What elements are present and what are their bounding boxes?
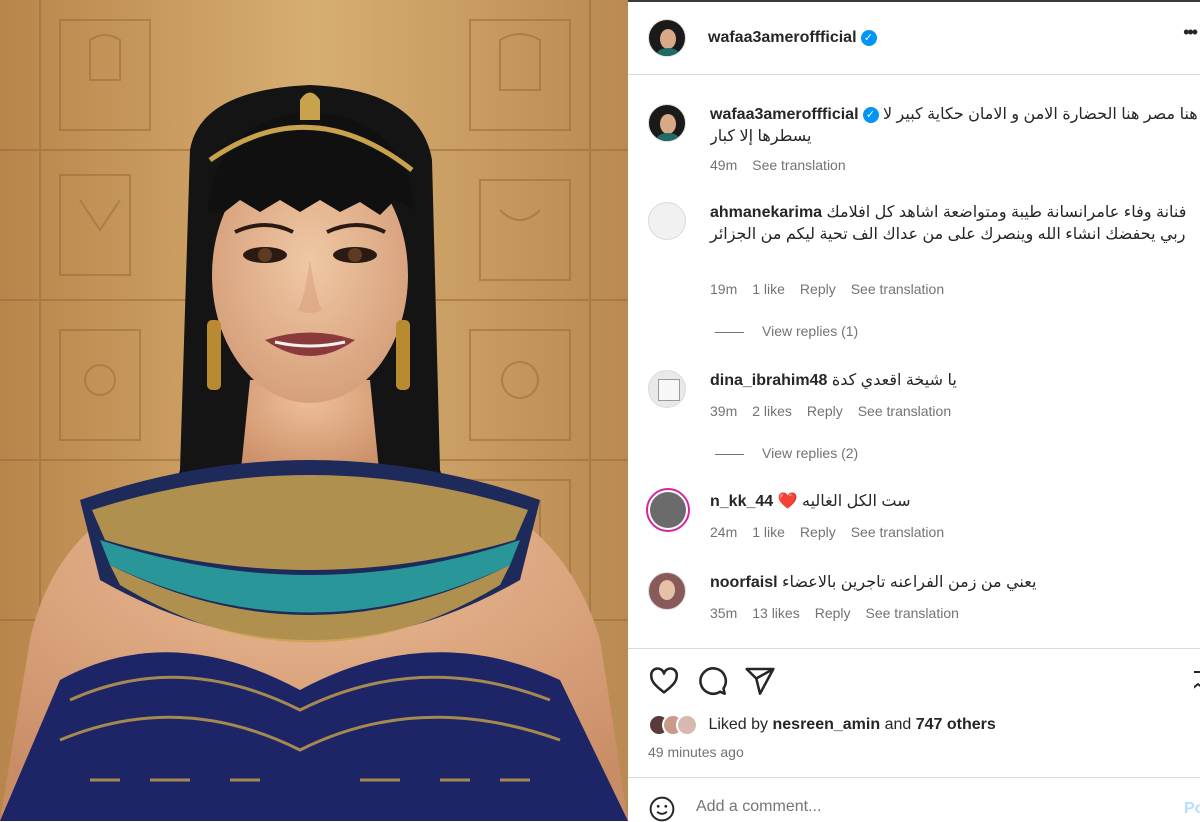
comment-body: ahmanekarima فنانة وفاء عامرانسانة طيبة …: [710, 202, 1200, 246]
replies-line: [715, 453, 744, 455]
reply-button[interactable]: Reply: [807, 403, 843, 419]
see-translation-link[interactable]: See translation: [752, 157, 845, 173]
see-translation-link[interactable]: See translation: [851, 281, 944, 297]
more-horizontal-icon[interactable]: •••: [1183, 23, 1198, 41]
comment-username[interactable]: dina_ibrahim48: [710, 372, 827, 389]
likes-summary[interactable]: Liked by nesreen_amin and 747 others: [648, 714, 996, 736]
comment-time[interactable]: 39m: [710, 403, 737, 419]
view-replies-label: View replies (1): [762, 323, 859, 339]
verified-badge-icon: ✓: [860, 29, 877, 46]
post-detail-panel: wafaa3ameroffficial ✓ ••• wafaa3amerofffi…: [628, 0, 1200, 822]
replies-line: [715, 331, 744, 333]
likes-others[interactable]: 747 others: [916, 716, 996, 733]
comment-body: n_kk_44 ست الكل الغاليه ❤️: [710, 491, 1200, 513]
send-icon[interactable]: [744, 665, 776, 697]
caption-meta: 49m See translation: [710, 157, 861, 173]
comment-time[interactable]: 19m: [710, 281, 737, 297]
commenter-avatar[interactable]: [648, 370, 686, 408]
caption-body: wafaa3ameroffficial ✓ هنا مصر هنا الحضارة…: [710, 104, 1200, 150]
post-photo: [0, 0, 628, 821]
view-replies-button[interactable]: View replies (2): [715, 445, 858, 461]
comments-list[interactable]: wafaa3ameroffficial ✓ هنا مصر هنا الحضارة…: [628, 76, 1200, 648]
comment-body: noorfaisl يعني من زمن الفراعنه تاجرين با…: [710, 572, 1200, 594]
commenter-avatar[interactable]: [648, 202, 686, 240]
comment-likes[interactable]: 13 likes: [752, 605, 799, 621]
comment-text: ست الكل الغاليه ❤️: [777, 493, 911, 510]
post-timestamp[interactable]: 49 minutes ago: [648, 744, 744, 760]
commenter-avatar[interactable]: [648, 572, 686, 610]
comment-input[interactable]: [696, 798, 1136, 816]
comment-likes[interactable]: 1 like: [752, 524, 785, 540]
comment-body: dina_ibrahim48 يا شيخة اقعدي كدة: [710, 370, 1200, 392]
liker-avatar: [676, 714, 698, 736]
comment-likes[interactable]: 1 like: [752, 281, 785, 297]
liked-by-prefix: Liked by: [708, 716, 769, 734]
emoji-icon[interactable]: [649, 796, 675, 822]
commenter-avatar[interactable]: [646, 488, 690, 532]
caption-time[interactable]: 49m: [710, 157, 737, 173]
see-translation-link[interactable]: See translation: [858, 403, 951, 419]
see-translation-link[interactable]: See translation: [851, 524, 944, 540]
reply-button[interactable]: Reply: [800, 281, 836, 297]
add-comment-bar: Po: [628, 778, 1200, 822]
liked-by-and: and: [884, 716, 912, 734]
author-line: wafaa3ameroffficial ✓: [708, 29, 877, 47]
comment-meta: 24m 1 like Reply See translation: [710, 524, 959, 540]
comment-username[interactable]: noorfaisl: [710, 574, 778, 591]
divider: [628, 648, 1200, 649]
caption-avatar[interactable]: [648, 104, 686, 142]
comment-text: يا شيخة اقعدي كدة: [831, 372, 957, 389]
author-avatar[interactable]: [648, 19, 686, 57]
post-image[interactable]: [0, 0, 628, 821]
comment-text: يعني من زمن الفراعنه تاجرين بالاعضاء: [782, 574, 1037, 591]
comment-username[interactable]: n_kk_44: [710, 493, 773, 510]
comment-time[interactable]: 24m: [710, 524, 737, 540]
post-comment-button[interactable]: Po: [1184, 800, 1200, 818]
comment-username[interactable]: ahmanekarima: [710, 204, 822, 221]
view-replies-label: View replies (2): [762, 445, 859, 461]
heart-icon[interactable]: [648, 665, 680, 697]
view-replies-button[interactable]: View replies (1): [715, 323, 858, 339]
comment-likes[interactable]: 2 likes: [752, 403, 792, 419]
author-username[interactable]: wafaa3ameroffficial: [708, 29, 857, 46]
verified-badge-icon: ✓: [862, 106, 879, 123]
comment-meta: 19m 1 like Reply See translation: [710, 281, 959, 297]
reply-button[interactable]: Reply: [815, 605, 851, 621]
post-header: wafaa3ameroffficial ✓ •••: [628, 2, 1200, 75]
bookmark-icon[interactable]: [1194, 665, 1200, 697]
comment-time[interactable]: 35m: [710, 605, 737, 621]
reply-button[interactable]: Reply: [800, 524, 836, 540]
comment-meta: 39m 2 likes Reply See translation: [710, 403, 966, 419]
comment-icon[interactable]: [696, 665, 728, 697]
caption-username[interactable]: wafaa3ameroffficial: [710, 106, 859, 123]
liker-username[interactable]: nesreen_amin: [773, 716, 881, 733]
see-translation-link[interactable]: See translation: [866, 605, 959, 621]
comment-meta: 35m 13 likes Reply See translation: [710, 605, 974, 621]
